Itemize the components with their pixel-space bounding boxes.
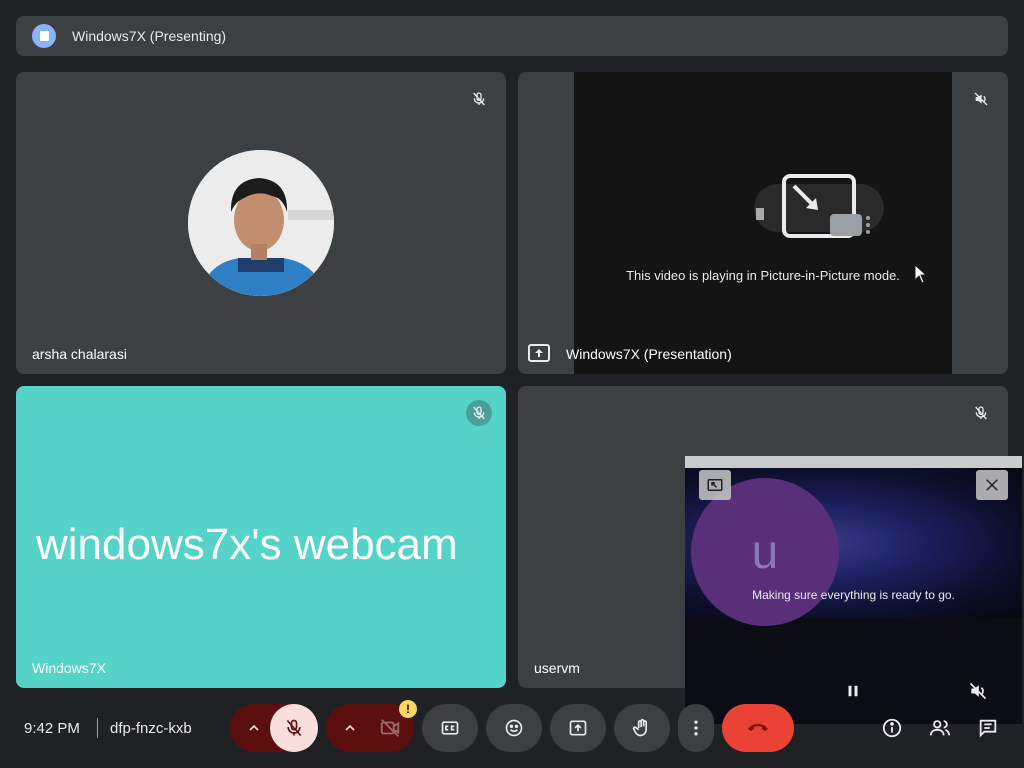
close-button[interactable] [976, 470, 1008, 500]
present-now-button[interactable] [550, 704, 606, 752]
presentation-tile[interactable]: This video is playing in Picture-in-Pict… [518, 72, 1008, 374]
participant-name: Windows7X [32, 660, 106, 676]
picture-in-picture-window[interactable]: u Making sure everything is ready to go. [685, 456, 1022, 724]
raise-hand-icon [632, 718, 647, 737]
screen-share-icon [528, 344, 550, 362]
info-icon [882, 718, 902, 738]
closed-captions-icon [441, 721, 459, 735]
webcam-placeholder-text: windows7x's webcam [36, 520, 458, 569]
participant-tile-windows7x[interactable]: windows7x's webcam Windows7X [16, 386, 506, 688]
audio-options-button[interactable] [234, 704, 274, 752]
microphone-toggle-button[interactable] [270, 704, 318, 752]
mic-off-icon [466, 86, 492, 112]
people-button[interactable] [924, 712, 956, 744]
participant-avatar [188, 150, 334, 296]
divider [97, 718, 98, 738]
participant-tile-arsha[interactable]: arsha chalarasi [16, 72, 506, 374]
participant-name: Windows7X (Presentation) [566, 346, 732, 362]
presentation-video-area: This video is playing in Picture-in-Pict… [574, 72, 952, 374]
leave-call-button[interactable] [722, 704, 794, 752]
chat-button[interactable] [972, 712, 1004, 744]
captions-button[interactable] [422, 704, 478, 752]
reactions-button[interactable] [486, 704, 542, 752]
more-options-button[interactable] [678, 704, 714, 752]
chat-icon [979, 719, 997, 738]
picture-in-picture-icon [754, 174, 884, 238]
mouse-cursor-icon [914, 264, 928, 284]
meeting-controls-bar: 9:42 PM dfp-fnzc-kxb ! [0, 694, 1024, 768]
presenting-icon [32, 24, 56, 48]
raise-hand-button[interactable] [614, 704, 670, 752]
presenting-title: Windows7X (Presenting) [72, 28, 227, 44]
pip-titlebar[interactable] [685, 456, 1022, 468]
participant-name: uservm [534, 660, 580, 676]
more-options-icon [694, 720, 698, 736]
caret-up-icon [249, 724, 259, 731]
meeting-code: dfp-fnzc-kxb [110, 720, 192, 737]
avatar: u [691, 478, 839, 626]
mic-off-icon [466, 400, 492, 426]
pip-message: This video is playing in Picture-in-Pict… [626, 268, 900, 283]
volume-off-icon [968, 86, 994, 112]
back-to-tab-button[interactable] [699, 470, 731, 500]
video-options-button[interactable] [330, 704, 370, 752]
meeting-details-button[interactable] [876, 712, 908, 744]
pip-status-text: Making sure everything is ready to go. [752, 588, 955, 602]
people-icon [929, 720, 951, 736]
camera-off-icon [380, 719, 400, 737]
presenting-banner: Windows7X (Presenting) [16, 16, 1008, 56]
mic-off-icon [968, 400, 994, 426]
present-screen-icon [569, 720, 587, 736]
caret-up-icon [345, 724, 355, 731]
clock: 9:42 PM [24, 720, 80, 737]
end-call-icon [748, 724, 768, 731]
emoji-icon [505, 719, 523, 737]
mic-off-icon [286, 719, 302, 737]
warning-badge: ! [399, 700, 417, 718]
participant-name: arsha chalarasi [32, 346, 127, 362]
